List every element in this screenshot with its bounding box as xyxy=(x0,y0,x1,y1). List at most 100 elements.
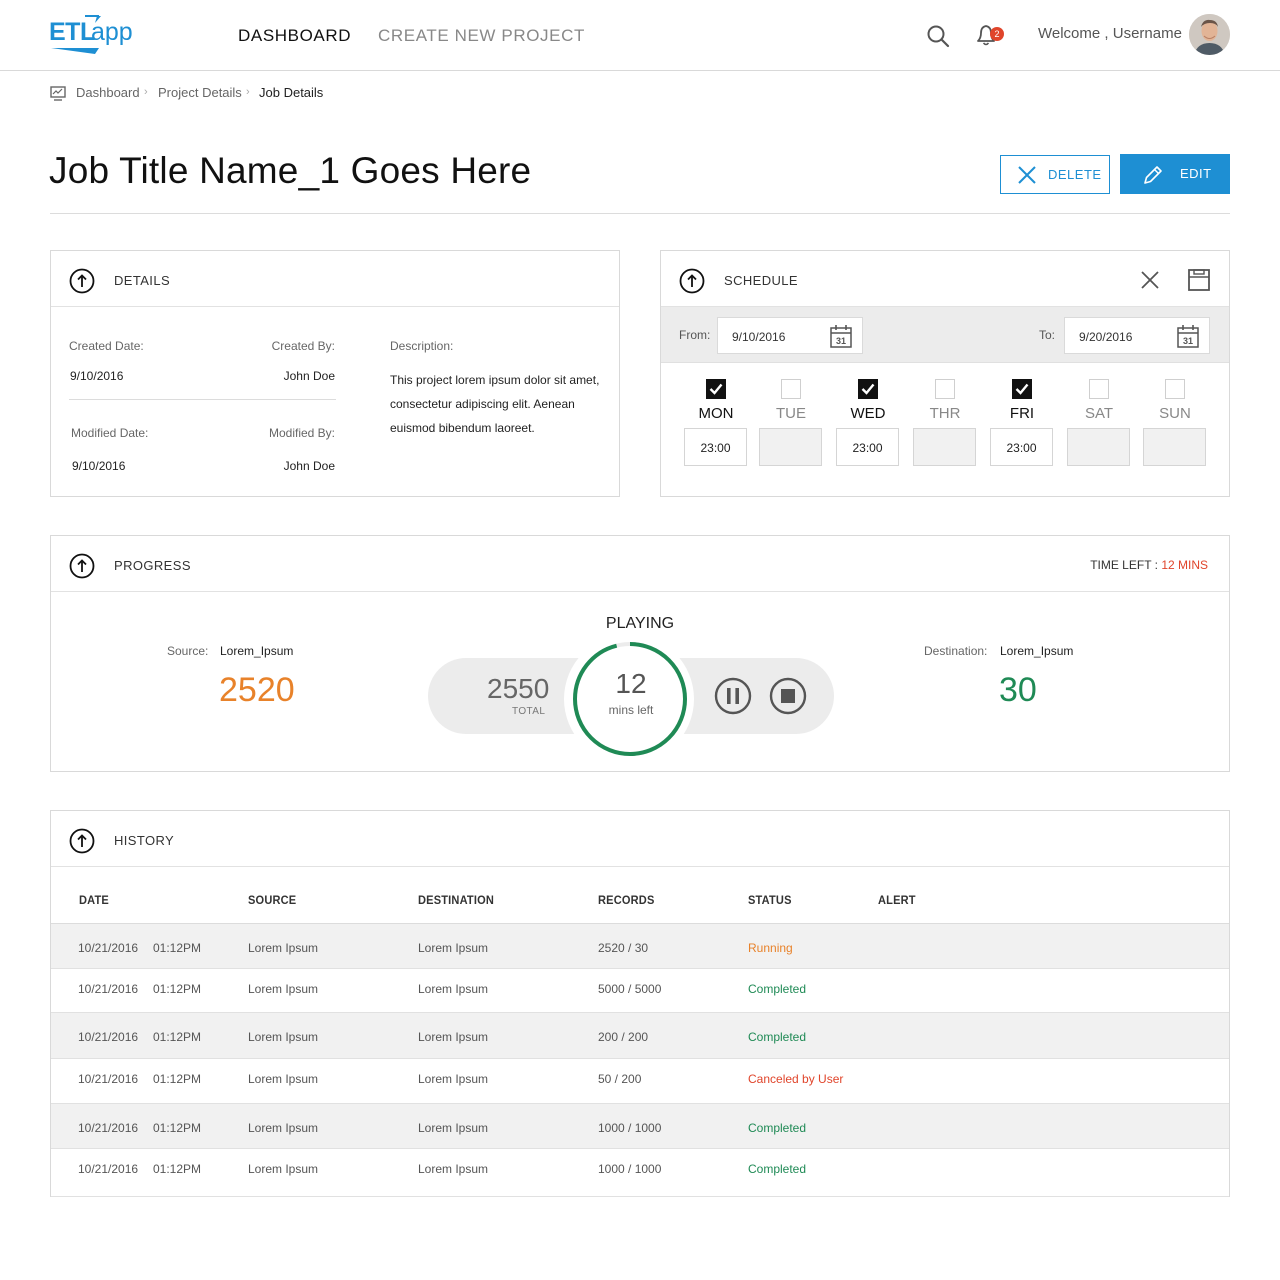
cell-date: 10/21/2016 xyxy=(78,941,139,955)
breadcrumb-separator: › xyxy=(246,86,250,98)
save-icon[interactable] xyxy=(1187,268,1211,292)
pause-icon[interactable] xyxy=(714,677,752,715)
cell-destination: Lorem Ipsum xyxy=(418,1072,489,1086)
day-time-input[interactable] xyxy=(913,428,976,466)
day-label: TUE xyxy=(776,405,806,422)
destination-label: Destination: xyxy=(924,644,988,658)
schedule-panel-header: SCHEDULE xyxy=(661,251,1229,307)
day-time-input[interactable] xyxy=(759,428,822,466)
column-header-status[interactable]: STATUS xyxy=(748,893,792,907)
cell-status: Canceled by User xyxy=(748,1072,844,1086)
welcome-text[interactable]: Welcome , Username xyxy=(1038,25,1182,42)
table-row[interactable]: 10/21/2016 01:12PM Lorem Ipsum Lorem Ipsum 1… xyxy=(51,1149,1229,1197)
minutes-left-label: mins left xyxy=(608,703,654,717)
top-bar: ETL app DASHBOARD CREATE NEW PROJECT 2 W… xyxy=(0,0,1280,71)
column-header-source[interactable]: SOURCE xyxy=(248,893,296,907)
calendar-icon[interactable]: 31 xyxy=(830,324,852,348)
cell-time: 01:12PM xyxy=(153,1121,202,1135)
cell-status: Completed xyxy=(748,982,807,996)
collapse-arrow-up-icon[interactable] xyxy=(69,268,95,294)
schedule-title: SCHEDULE xyxy=(724,273,798,288)
column-header-records[interactable]: RECORDS xyxy=(598,893,654,907)
to-date-field[interactable]: 9/20/2016 31 xyxy=(1064,317,1210,354)
day-checkbox[interactable] xyxy=(1012,379,1032,399)
day-checkbox[interactable] xyxy=(1089,379,1109,399)
logo-text-app: app xyxy=(91,18,133,46)
time-left-value: 12 MINS xyxy=(1161,558,1208,572)
table-row[interactable]: 10/21/2016 01:12PM Lorem Ipsum Lorem Ipsum 1… xyxy=(51,1104,1229,1149)
nav-create-new-project[interactable]: CREATE NEW PROJECT xyxy=(378,26,585,46)
delete-button-label: DELETE xyxy=(1048,167,1102,182)
date-range-bar: From: 9/10/2016 31 To: 9/20/2016 31 xyxy=(661,307,1229,363)
day-sat: SAT xyxy=(1067,379,1131,489)
cell-time: 01:12PM xyxy=(153,941,202,955)
day-checkbox[interactable] xyxy=(858,379,878,399)
breadcrumb-job-details: Job Details xyxy=(259,85,324,100)
search-icon[interactable] xyxy=(926,24,950,48)
collapse-arrow-up-icon[interactable] xyxy=(69,828,95,854)
delete-button[interactable]: DELETE xyxy=(1000,155,1110,194)
cell-destination: Lorem Ipsum xyxy=(418,941,489,955)
progress-panel-header: PROGRESS TIME LEFT : 12 MINS xyxy=(51,536,1229,592)
from-date-field[interactable]: 9/10/2016 31 xyxy=(717,317,863,354)
nav-dashboard[interactable]: DASHBOARD xyxy=(238,26,351,46)
from-date-value: 9/10/2016 xyxy=(732,330,786,344)
cell-destination: Lorem Ipsum xyxy=(418,1121,489,1135)
details-panel-header: DETAILS xyxy=(51,251,619,307)
user-avatar[interactable] xyxy=(1189,14,1230,55)
day-time-input[interactable]: 23:00 xyxy=(836,428,899,466)
cell-status: Completed xyxy=(748,1121,807,1135)
breadcrumb-dashboard[interactable]: Dashboard xyxy=(76,85,140,100)
day-thr: THR xyxy=(913,379,977,489)
calendar-day-number: 31 xyxy=(836,336,846,346)
day-label: MON xyxy=(698,405,734,422)
day-sun: SUN xyxy=(1143,379,1207,489)
day-checkbox[interactable] xyxy=(781,379,801,399)
history-panel: HISTORY DATE SOURCE DESTINATION RECORDS … xyxy=(50,810,1230,1197)
column-header-alert[interactable]: ALERT xyxy=(878,893,916,907)
cell-records: 5000 / 5000 xyxy=(598,982,662,996)
day-wed: WED 23:00 xyxy=(836,379,900,489)
history-title: HISTORY xyxy=(114,833,175,848)
stop-icon[interactable] xyxy=(769,677,807,715)
progress-panel: PROGRESS TIME LEFT : 12 MINS Source: Lor… xyxy=(50,535,1230,772)
table-row[interactable]: 10/21/2016 01:12PM Lorem Ipsum Lorem Ipsum 2… xyxy=(51,924,1229,969)
calendar-icon[interactable]: 31 xyxy=(1177,324,1199,348)
collapse-arrow-up-icon[interactable] xyxy=(69,553,95,579)
edit-button[interactable]: EDIT xyxy=(1120,154,1230,194)
minutes-left-number: 12 xyxy=(615,668,647,699)
source-label: Source: xyxy=(167,644,209,658)
day-checkbox[interactable] xyxy=(1165,379,1185,399)
close-icon[interactable] xyxy=(1139,269,1161,291)
day-time-input[interactable] xyxy=(1143,428,1206,466)
day-time-input[interactable] xyxy=(1067,428,1130,466)
collapse-arrow-up-icon[interactable] xyxy=(679,268,705,294)
breadcrumb-project-details[interactable]: Project Details xyxy=(158,85,242,100)
total-count: 2550 xyxy=(487,673,550,704)
day-mon: MON 23:00 xyxy=(684,379,748,489)
column-header-destination[interactable]: DESTINATION xyxy=(418,893,494,907)
cell-status: Completed xyxy=(748,1162,807,1176)
created-by-value: John Doe xyxy=(283,369,335,383)
cell-source: Lorem Ipsum xyxy=(248,1162,319,1176)
details-divider xyxy=(69,399,336,400)
column-header-date[interactable]: DATE xyxy=(79,893,109,907)
table-row[interactable]: 10/21/2016 01:12PM Lorem Ipsum Lorem Ipsum 5… xyxy=(51,1059,1229,1104)
checkmark-icon xyxy=(709,383,723,395)
modified-by-value: John Doe xyxy=(283,459,335,473)
notification-count-badge: 2 xyxy=(990,27,1004,41)
table-row[interactable]: 10/21/2016 01:12PM Lorem Ipsum Lorem Ipsum 2… xyxy=(51,1013,1229,1059)
cell-time: 01:12PM xyxy=(153,1072,202,1086)
day-time-input[interactable]: 23:00 xyxy=(684,428,747,466)
cell-destination: Lorem Ipsum xyxy=(418,1162,489,1176)
day-time-input[interactable]: 23:00 xyxy=(990,428,1053,466)
cell-time: 01:12PM xyxy=(153,982,202,996)
cell-time: 01:12PM xyxy=(153,1162,202,1176)
table-row[interactable]: 10/21/2016 01:12PM Lorem Ipsum Lorem Ipsum 5… xyxy=(51,969,1229,1013)
schedule-panel: SCHEDULE From: 9/10/2016 31 To: 9/20/201… xyxy=(660,250,1230,497)
etl-app-logo[interactable]: ETL app xyxy=(49,14,133,54)
cell-status: Running xyxy=(748,941,793,955)
day-checkbox[interactable] xyxy=(935,379,955,399)
day-checkbox[interactable] xyxy=(706,379,726,399)
cell-date: 10/21/2016 xyxy=(78,1162,139,1176)
